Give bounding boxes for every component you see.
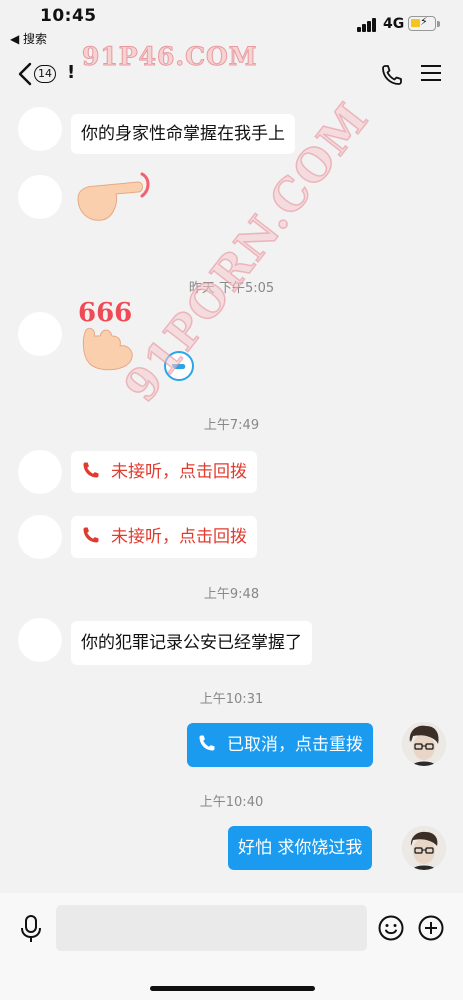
666-hand-sticker[interactable]: 666 — [76, 296, 156, 376]
missed-call-icon — [83, 462, 99, 478]
phone-call-icon[interactable] — [380, 63, 404, 87]
contact-avatar[interactable] — [18, 175, 62, 219]
missed-call-label: 未接听，点击回拨 — [111, 462, 247, 482]
message-timestamp: 上午7:49 — [203, 418, 260, 433]
contact-avatar[interactable] — [18, 515, 62, 559]
message-timestamp: 昨天 下午5:05 — [188, 281, 275, 296]
plus-icon[interactable] — [418, 915, 444, 941]
chat-title: ! — [67, 62, 76, 83]
sticker-badge-icon[interactable] — [163, 350, 195, 382]
contact-avatar[interactable] — [18, 107, 62, 151]
unread-count-badge[interactable]: 14 — [34, 65, 56, 83]
message-bubble-outgoing[interactable]: 好怕 求你饶过我 — [228, 826, 373, 870]
message-timestamp: 上午9:48 — [203, 587, 260, 602]
message-bubble-incoming[interactable]: 你的犯罪记录公安已经掌握了 — [71, 621, 312, 665]
missed-call-bubble[interactable]: 未接听，点击回拨 — [71, 516, 257, 558]
contact-avatar[interactable] — [18, 312, 62, 356]
battery-icon: ⚡ — [408, 15, 436, 31]
watermark-top: 91P46.COM — [81, 42, 258, 72]
network-type: 4G — [383, 16, 405, 32]
contact-avatar[interactable] — [18, 450, 62, 494]
cancelled-call-bubble[interactable]: 已取消，点击重拨 — [187, 723, 373, 767]
cancelled-call-label: 已取消，点击重拨 — [227, 735, 363, 755]
status-time: 10:45 — [40, 6, 97, 26]
missed-call-bubble[interactable]: 未接听，点击回拨 — [71, 451, 257, 493]
missed-call-icon — [83, 527, 99, 543]
home-indicator[interactable] — [150, 986, 315, 991]
message-timestamp: 上午10:40 — [199, 795, 264, 810]
message-bubble-incoming[interactable]: 你的身家性命掌握在我手上 — [71, 114, 295, 154]
microphone-icon[interactable] — [20, 915, 42, 943]
signal-icon — [357, 18, 377, 32]
hand-shaka-icon — [82, 327, 133, 371]
missed-call-label: 未接听，点击回拨 — [111, 527, 247, 547]
my-avatar[interactable] — [402, 722, 446, 766]
pointing-hand-sticker[interactable] — [72, 168, 156, 228]
phone-icon — [199, 735, 215, 751]
battery-tip — [437, 21, 440, 27]
my-avatar[interactable] — [402, 826, 446, 870]
emoji-icon[interactable] — [378, 915, 404, 941]
message-timestamp: 上午10:31 — [199, 692, 264, 707]
input-bar — [0, 893, 463, 1000]
message-input[interactable] — [56, 905, 367, 951]
contact-avatar[interactable] — [18, 618, 62, 662]
back-to-app-link[interactable]: ◀ 搜索 — [10, 30, 47, 47]
menu-icon[interactable] — [421, 65, 441, 83]
